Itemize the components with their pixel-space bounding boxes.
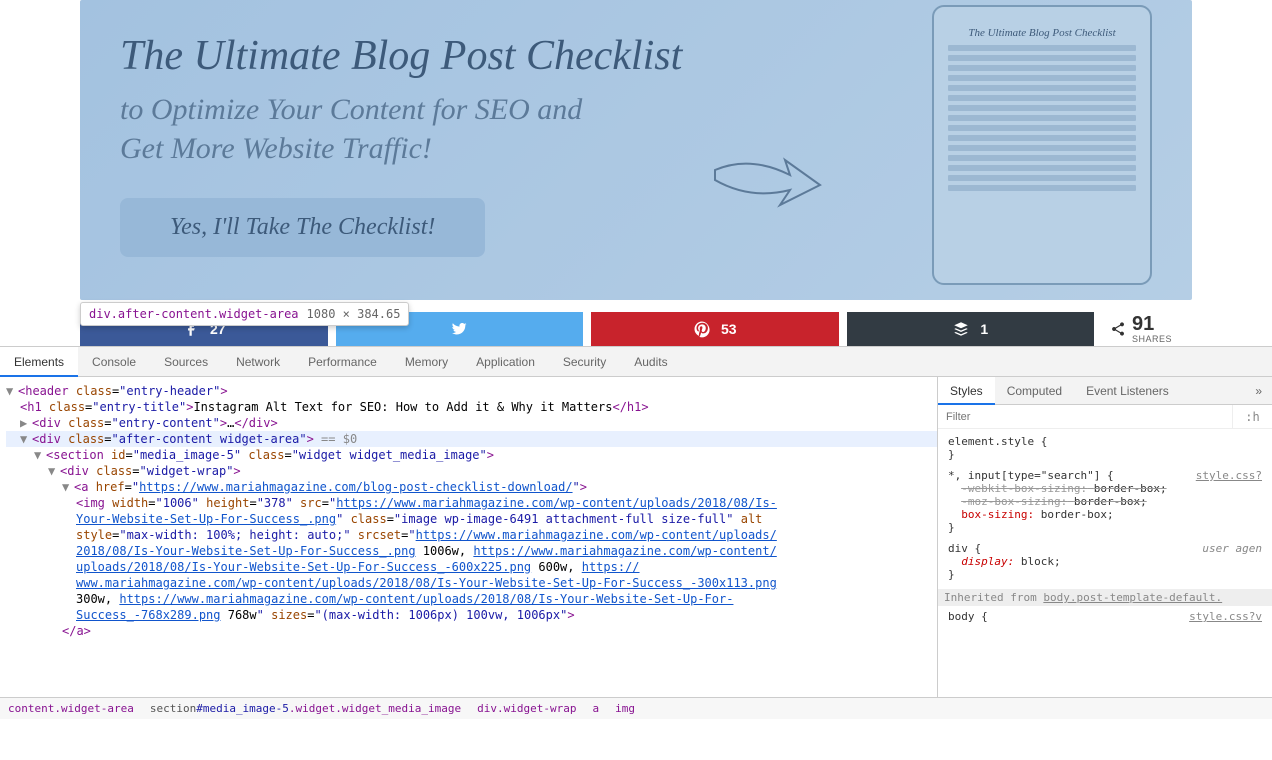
breadcrumb-item[interactable]: a xyxy=(592,698,599,719)
element-tooltip: div.after-content.widget-area 1080 × 384… xyxy=(80,302,409,326)
hover-toggle[interactable]: :h xyxy=(1232,405,1272,428)
srcset-link[interactable]: https:// xyxy=(582,560,640,574)
tab-network[interactable]: Network xyxy=(222,347,294,377)
srcset-link[interactable]: https://www.mariahmagazine.com/wp-conten… xyxy=(473,544,776,558)
toggle-icon[interactable]: ▼ xyxy=(6,384,18,398)
share-pinterest-button[interactable]: 53 xyxy=(591,312,839,346)
banner-text-block: The Ultimate Blog Post Checklist to Opti… xyxy=(120,33,912,256)
share-buffer-button[interactable]: 1 xyxy=(847,312,1095,346)
toggle-icon[interactable]: ▼ xyxy=(34,448,46,462)
tablet-graphic: The Ultimate Blog Post Checklist xyxy=(932,5,1152,285)
tab-styles[interactable]: Styles xyxy=(938,377,995,405)
srcset-link[interactable]: https://www.mariahmagazine.com/wp-conten… xyxy=(119,592,733,606)
tab-computed[interactable]: Computed xyxy=(995,377,1074,405)
styles-tabs: Styles Computed Event Listeners » xyxy=(938,377,1272,405)
arrow-icon xyxy=(710,150,840,220)
breadcrumb-item[interactable]: content.widget-area xyxy=(8,698,134,719)
buf-count: 1 xyxy=(980,321,988,337)
srcset-link[interactable]: www.mariahmagazine.com/wp-content/upload… xyxy=(76,576,777,590)
srcset-link[interactable]: uploads/2018/08/Is-Your-Website-Set-Up-F… xyxy=(76,560,531,574)
pin-count: 53 xyxy=(721,321,737,337)
page-content: The Ultimate Blog Post Checklist to Opti… xyxy=(0,0,1272,300)
twitter-icon xyxy=(450,320,468,338)
banner-title: The Ultimate Blog Post Checklist xyxy=(120,33,912,79)
devtools-tabs: Elements Console Sources Network Perform… xyxy=(0,347,1272,377)
share-icon xyxy=(1110,321,1126,337)
tab-application[interactable]: Application xyxy=(462,347,549,377)
tab-event-listeners[interactable]: Event Listeners xyxy=(1074,377,1181,405)
srcset-link[interactable]: Success_-768x289.png xyxy=(76,608,221,622)
toggle-icon[interactable]: ▼ xyxy=(20,432,32,446)
breadcrumb-item[interactable]: img xyxy=(615,698,635,719)
dom-breadcrumb[interactable]: content.widget-area section#media_image-… xyxy=(0,697,1272,719)
share-total: 91 SHARES xyxy=(1102,314,1192,344)
tab-performance[interactable]: Performance xyxy=(294,347,391,377)
share-total-label: SHARES xyxy=(1132,334,1172,344)
dom-tree[interactable]: ▼<header class="entry-header"> <h1 class… xyxy=(0,377,937,697)
tab-elements[interactable]: Elements xyxy=(0,347,78,377)
buffer-icon xyxy=(952,320,970,338)
stylesheet-link[interactable]: style.css? xyxy=(1196,469,1262,482)
srcset-link[interactable]: https://www.mariahmagazine.com/wp-conten… xyxy=(416,528,777,542)
tab-audits[interactable]: Audits xyxy=(620,347,681,377)
h1-text: Instagram Alt Text for SEO: How to Add i… xyxy=(193,400,612,414)
tab-console[interactable]: Console xyxy=(78,347,150,377)
pinterest-icon xyxy=(693,320,711,338)
tooltip-dimensions: 1080 × 384.65 xyxy=(307,307,401,321)
cta-button[interactable]: Yes, I'll Take The Checklist! xyxy=(120,198,485,257)
tab-sources[interactable]: Sources xyxy=(150,347,222,377)
srcset-link[interactable]: 2018/08/Is-Your-Website-Set-Up-For-Succe… xyxy=(76,544,416,558)
inherited-from-bar: Inherited from body.post-template-defaul… xyxy=(938,589,1272,606)
devtools-panel: Elements Console Sources Network Perform… xyxy=(0,346,1272,719)
styles-panel: Styles Computed Event Listeners » :h ele… xyxy=(937,377,1272,697)
toggle-icon[interactable]: ▼ xyxy=(62,480,74,494)
stylesheet-link[interactable]: style.css?v xyxy=(1189,610,1262,623)
href-link[interactable]: https://www.mariahmagazine.com/blog-post… xyxy=(139,480,572,494)
tab-memory[interactable]: Memory xyxy=(391,347,462,377)
share-bar: div.after-content.widget-area 1080 × 384… xyxy=(0,312,1272,346)
src-link[interactable]: Your-Website-Set-Up-For-Success_.png xyxy=(76,512,336,526)
selected-node[interactable]: ▼<div class="after-content widget-area">… xyxy=(6,431,937,447)
styles-filter: :h xyxy=(938,405,1272,429)
share-total-number: 91 xyxy=(1132,314,1172,334)
filter-input[interactable] xyxy=(938,405,1232,428)
src-link[interactable]: https://www.mariahmagazine.com/wp-conten… xyxy=(336,496,777,510)
checklist-banner: The Ultimate Blog Post Checklist to Opti… xyxy=(80,0,1192,300)
tooltip-selector: div.after-content.widget-area xyxy=(89,307,299,321)
tab-security[interactable]: Security xyxy=(549,347,620,377)
toggle-icon[interactable]: ▶ xyxy=(20,416,32,430)
toggle-icon[interactable]: ▼ xyxy=(48,464,60,478)
more-tabs-icon[interactable]: » xyxy=(1245,377,1272,405)
devtools-main: ▼<header class="entry-header"> <h1 class… xyxy=(0,377,1272,697)
breadcrumb-item[interactable]: div.widget-wrap xyxy=(477,698,576,719)
styles-rules[interactable]: element.style { } style.css? *, input[ty… xyxy=(938,429,1272,637)
breadcrumb-item[interactable]: section#media_image-5.widget.widget_medi… xyxy=(150,698,461,719)
